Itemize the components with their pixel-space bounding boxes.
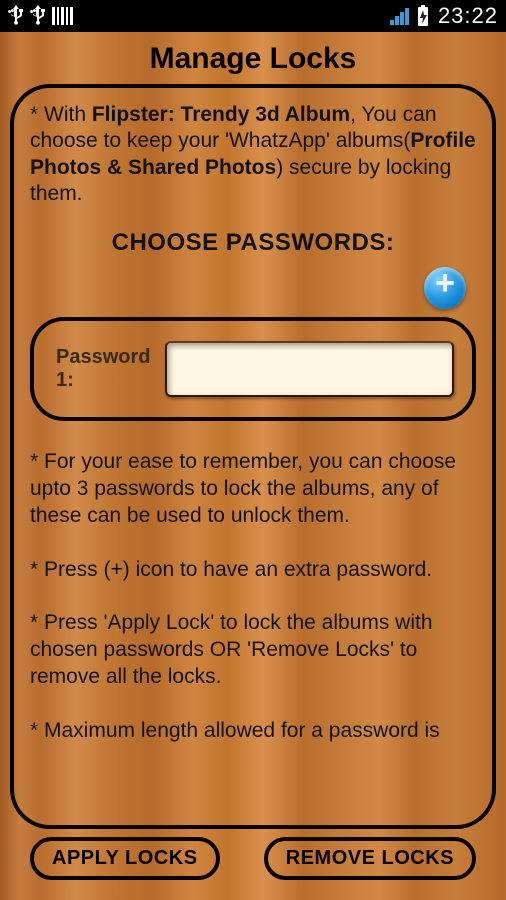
password-1-label: Password 1:: [56, 346, 155, 392]
intro-prefix: * With: [30, 103, 92, 126]
password-1-input[interactable]: [165, 341, 454, 397]
main-card: * With Flipster: Trendy 3d Album, You ca…: [10, 84, 496, 829]
page-title: Manage Locks: [10, 42, 496, 76]
signal-icon: [390, 7, 412, 25]
status-time: 23:22: [438, 3, 498, 29]
password-box: Password 1:: [30, 317, 476, 421]
usb-icon: [8, 5, 24, 27]
intro-app-name: Flipster: Trendy 3d Album: [92, 103, 350, 126]
status-right: 23:22: [390, 3, 498, 29]
intro-text: * With Flipster: Trendy 3d Album, You ca…: [30, 102, 476, 207]
choose-passwords-title: CHOOSE PASSWORDS:: [30, 229, 476, 257]
help-text: * For your ease to remember, you can cho…: [30, 449, 476, 745]
footer: APPLY LOCKS REMOVE LOCKS: [10, 829, 496, 890]
usb-icon: [30, 5, 46, 27]
add-password-button[interactable]: [424, 267, 466, 309]
barcode-icon: [52, 7, 74, 25]
add-password-row: [30, 267, 476, 309]
status-left: [8, 5, 74, 27]
battery-icon: [416, 5, 430, 27]
remove-locks-button[interactable]: REMOVE LOCKS: [264, 837, 476, 880]
content: Manage Locks * With Flipster: Trendy 3d …: [0, 32, 506, 900]
status-bar: 23:22: [0, 0, 506, 32]
apply-locks-button[interactable]: APPLY LOCKS: [30, 837, 220, 880]
